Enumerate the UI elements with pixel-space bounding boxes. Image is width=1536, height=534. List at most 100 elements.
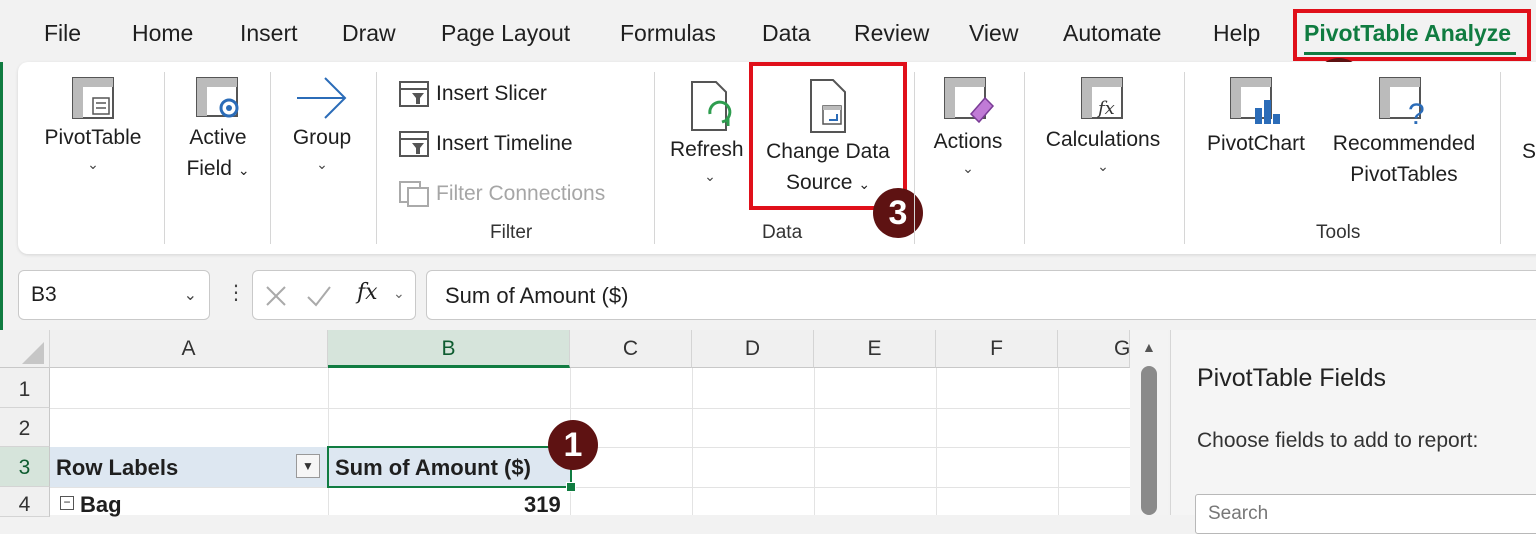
cell-a4[interactable]: Bag (80, 492, 122, 518)
recommended-label-2: PivotTables (1350, 163, 1458, 186)
row-labels-filter-dropdown[interactable]: ▼ (296, 454, 320, 478)
tab-formulas[interactable]: Formulas (620, 20, 716, 47)
select-all-corner[interactable] (0, 330, 50, 368)
gridline (50, 487, 1130, 488)
formula-input[interactable]: Sum of Amount ($) (426, 270, 1536, 320)
field-search-input[interactable]: Search (1195, 494, 1536, 534)
gridline (814, 368, 815, 515)
pivottable-button[interactable]: PivotTable ⌄ (36, 74, 150, 175)
divider (1184, 72, 1185, 244)
tab-automate[interactable]: Automate (1063, 20, 1161, 47)
row-header-3[interactable]: 3 (0, 447, 50, 487)
active-field-button[interactable]: Active Field ⌄ (172, 74, 264, 186)
active-field-label-text: Field (186, 157, 232, 180)
fill-handle[interactable] (566, 482, 576, 492)
column-header-f[interactable]: F (936, 330, 1058, 368)
filter-connections-label: Filter Connections (436, 182, 606, 205)
chevron-down-icon: ⌄ (393, 285, 405, 301)
column-header-g[interactable]: G (1058, 330, 1130, 368)
chevron-down-icon: ⌄ (183, 287, 197, 304)
pivottable-fields-pane (1170, 330, 1536, 515)
recommended-pivottables-icon: ? (1379, 77, 1425, 128)
arrow-right-icon (297, 77, 347, 119)
gridline (1058, 368, 1059, 515)
formula-buttons: fx ⌄ (252, 270, 416, 320)
svg-text:fx: fx (1096, 98, 1115, 119)
recommended-label-1: Recommended (1332, 132, 1476, 155)
divider (376, 72, 377, 244)
step-badge-3: 3 (873, 188, 923, 238)
tab-data[interactable]: Data (762, 20, 811, 47)
active-cell-border (327, 446, 572, 488)
step-badge-1: 1 (548, 420, 598, 470)
tab-insert[interactable]: Insert (240, 20, 298, 47)
show-button-partial[interactable]: S (1522, 140, 1536, 164)
refresh-label: Refresh (670, 138, 744, 161)
row-header-4[interactable]: 4 (0, 487, 50, 517)
column-header-c[interactable]: C (570, 330, 692, 368)
svg-text:?: ? (1408, 98, 1425, 128)
row-header-2[interactable]: 2 (0, 408, 50, 447)
refresh-button[interactable]: Refresh ⌄ (670, 78, 750, 187)
divider (1024, 72, 1025, 244)
name-box-value: B3 (31, 283, 57, 306)
highlight-box-tab (1293, 9, 1531, 61)
scrollbar-thumb[interactable] (1141, 366, 1157, 515)
chevron-down-icon: ⌄ (237, 162, 250, 178)
insert-timeline-button[interactable]: Insert Timeline (398, 130, 573, 158)
tab-review[interactable]: Review (854, 20, 929, 47)
cell-b4[interactable]: 319 (524, 492, 561, 518)
corner-triangle-icon (22, 342, 44, 364)
column-header-a[interactable]: A (50, 330, 328, 368)
search-placeholder: Search (1208, 503, 1269, 524)
chevron-down-icon: ⌄ (962, 160, 974, 176)
pivottable-label: PivotTable (44, 126, 142, 149)
cancel-icon[interactable] (263, 283, 289, 309)
name-box[interactable]: B3 ⌄ (18, 270, 210, 320)
group-button[interactable]: Group ⌄ (280, 74, 364, 175)
more-options-icon[interactable]: ⋮ (226, 280, 246, 305)
calculations-icon: fx (1081, 77, 1123, 119)
column-header-d[interactable]: D (692, 330, 814, 368)
group-label-tools: Tools (1316, 222, 1361, 243)
pivotchart-button[interactable]: PivotChart (1200, 74, 1312, 159)
divider (914, 72, 915, 244)
insert-timeline-label: Insert Timeline (436, 132, 573, 155)
gridline (692, 368, 693, 515)
divider (270, 72, 271, 244)
collapse-toggle-icon[interactable]: − (60, 496, 74, 510)
filter-connections-button[interactable]: Filter Connections (398, 180, 605, 208)
enter-check-icon[interactable] (305, 283, 333, 309)
insert-function-icon[interactable]: fx (357, 280, 378, 305)
tab-home[interactable]: Home (132, 20, 193, 47)
actions-button[interactable]: Actions ⌄ (922, 74, 1014, 179)
divider (164, 72, 165, 244)
cell-a3[interactable]: Row Labels (56, 455, 178, 481)
insert-slicer-button[interactable]: Insert Slicer (398, 80, 547, 108)
chevron-down-icon: ⌄ (87, 156, 99, 172)
scroll-up-icon[interactable]: ▲ (1142, 339, 1156, 355)
pane-title: PivotTable Fields (1197, 364, 1386, 392)
tab-view[interactable]: View (969, 20, 1018, 47)
pane-subtitle: Choose fields to add to report: (1197, 429, 1479, 452)
active-field-label-2: Field ⌄ (172, 153, 264, 186)
refresh-icon (691, 81, 732, 131)
chevron-down-icon: ⌄ (316, 156, 328, 172)
column-header-b[interactable]: B (328, 330, 570, 368)
highlight-box-change-data-source (749, 62, 907, 210)
pivotchart-label: PivotChart (1206, 132, 1306, 155)
tab-file[interactable]: File (44, 20, 81, 47)
column-header-e[interactable]: E (814, 330, 936, 368)
tab-page-layout[interactable]: Page Layout (441, 20, 570, 47)
tab-help[interactable]: Help (1213, 20, 1260, 47)
chevron-down-icon: ⌄ (1097, 158, 1109, 174)
calculations-label: Calculations (1045, 128, 1161, 151)
recommended-pivottables-button[interactable]: ? Recommended PivotTables (1322, 74, 1486, 190)
divider (654, 72, 655, 244)
row-header-1[interactable]: 1 (0, 368, 50, 408)
active-field-label-1: Active (189, 126, 247, 149)
pivotchart-icon (1230, 77, 1280, 124)
calculations-button[interactable]: fx Calculations ⌄ (1036, 74, 1170, 177)
tab-draw[interactable]: Draw (342, 20, 396, 47)
group-label-filter: Filter (490, 222, 533, 243)
